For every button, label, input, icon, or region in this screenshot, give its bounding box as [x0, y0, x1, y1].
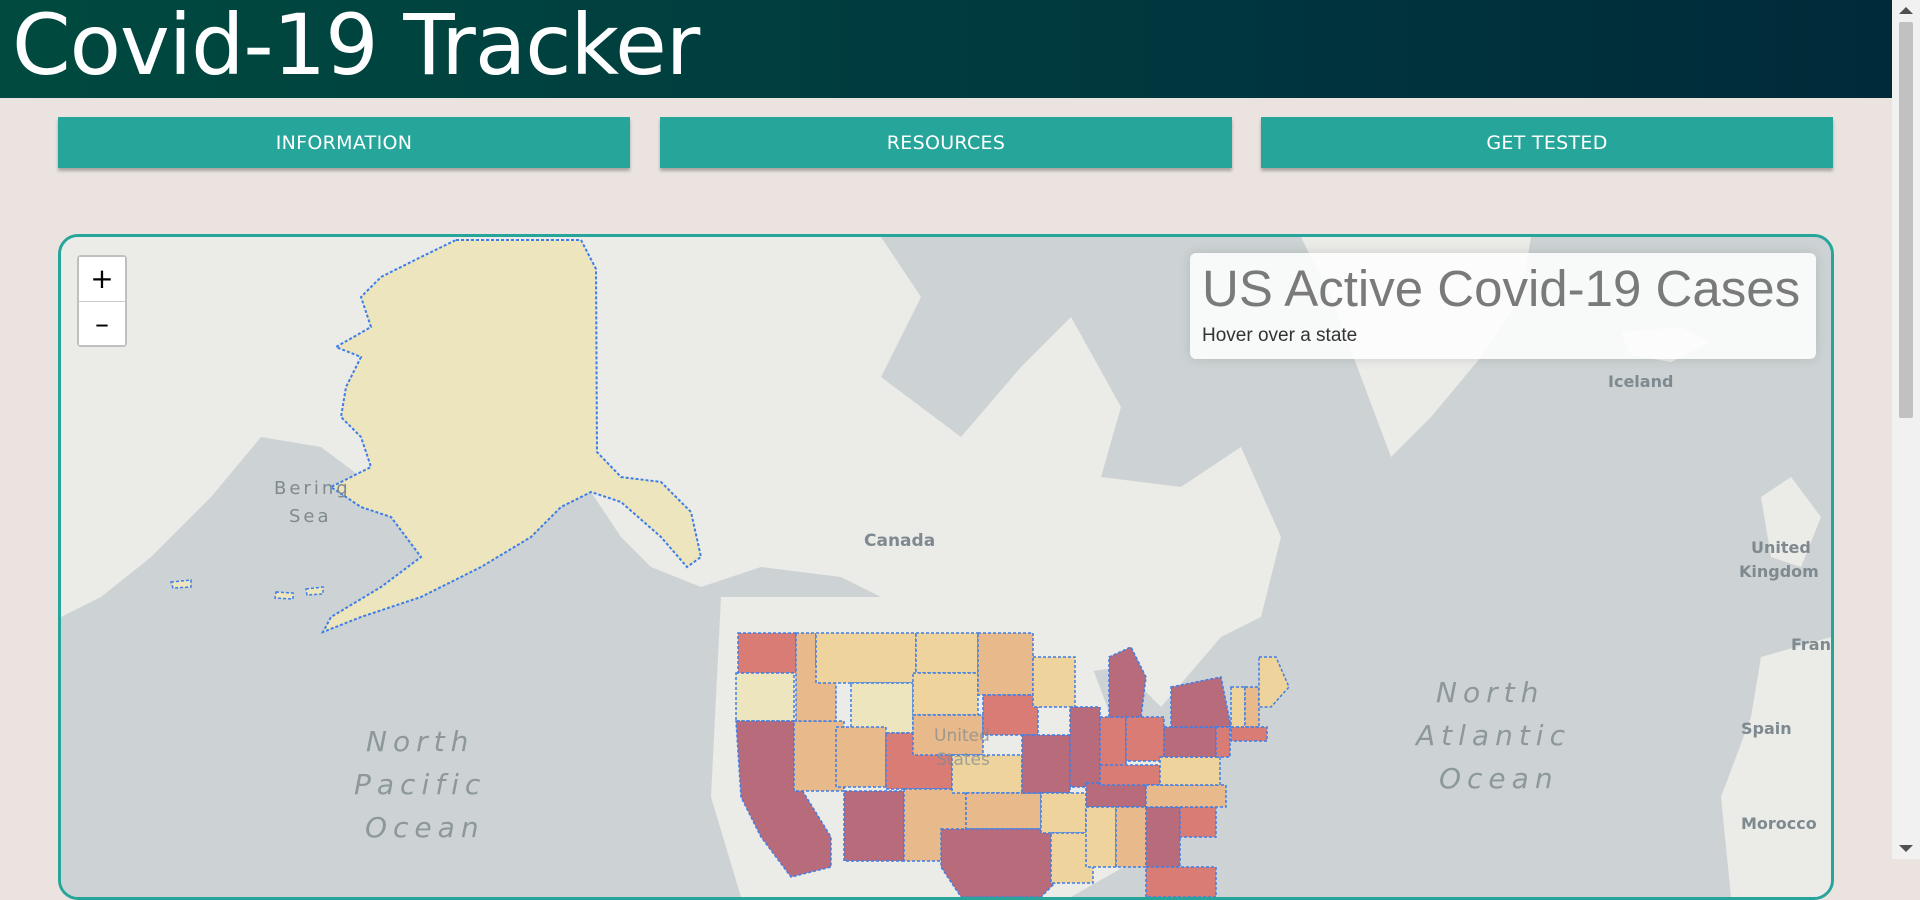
- page-title: Covid-19 Tracker: [12, 0, 700, 94]
- state-south-carolina[interactable]: [1179, 806, 1217, 838]
- info-panel: US Active Covid-19 Cases Hover over a st…: [1190, 253, 1816, 359]
- state-washington[interactable]: [737, 632, 797, 674]
- scroll-thumb[interactable]: [1899, 22, 1913, 418]
- state-oregon[interactable]: [735, 672, 795, 722]
- label-atlantic-2: Atlantic: [1414, 719, 1571, 752]
- information-button[interactable]: INFORMATION: [58, 117, 630, 168]
- zoom-in-button[interactable]: +: [79, 257, 125, 301]
- state-texas[interactable]: [940, 828, 1062, 897]
- state-montana[interactable]: [815, 632, 917, 684]
- state-pennsylvania[interactable]: [1163, 726, 1217, 758]
- state-kentucky[interactable]: [1099, 764, 1161, 786]
- header-bar: Covid-19 Tracker: [0, 0, 1892, 98]
- label-iceland: Iceland: [1608, 372, 1673, 391]
- label-morocco: Morocco: [1741, 814, 1817, 833]
- state-tennessee[interactable]: [1085, 782, 1147, 808]
- label-bering-2: Sea: [289, 506, 332, 527]
- state-mississippi[interactable]: [1085, 806, 1117, 868]
- state-georgia[interactable]: [1145, 806, 1181, 868]
- state-iowa[interactable]: [982, 694, 1039, 736]
- state-utah[interactable]: [835, 726, 887, 788]
- label-atlantic-1: North: [1436, 676, 1544, 709]
- zoom-out-button[interactable]: –: [79, 301, 125, 345]
- label-spain: Spain: [1741, 719, 1792, 738]
- state-illinois[interactable]: [1069, 706, 1101, 788]
- info-hint: Hover over a state: [1202, 325, 1358, 346]
- scroll-up-icon[interactable]: [1899, 7, 1913, 14]
- label-pacific-1: North: [366, 725, 474, 758]
- state-new-hampshire[interactable]: [1244, 686, 1260, 728]
- state-vermont[interactable]: [1230, 686, 1246, 728]
- state-wyoming[interactable]: [850, 682, 914, 734]
- label-canada: Canada: [864, 531, 935, 551]
- zoom-control: + –: [77, 255, 127, 347]
- state-massachusetts[interactable]: [1230, 726, 1268, 742]
- state-south-dakota[interactable]: [912, 672, 979, 716]
- state-new-jersey[interactable]: [1215, 726, 1231, 758]
- label-atlantic-3: Ocean: [1439, 762, 1559, 795]
- scroll-down-icon[interactable]: [1899, 845, 1913, 852]
- state-alabama[interactable]: [1115, 806, 1147, 868]
- label-pacific-3: Ocean: [365, 811, 485, 844]
- label-france: Fran: [1791, 635, 1831, 654]
- page-scrollbar[interactable]: [1892, 0, 1920, 859]
- label-uk-1: United: [1751, 538, 1811, 557]
- state-north-dakota[interactable]: [915, 632, 979, 674]
- label-us-2: States: [936, 750, 990, 770]
- info-title: US Active Covid-19 Cases: [1202, 260, 1801, 317]
- label-pacific-2: Pacific: [354, 768, 486, 801]
- state-virginia[interactable]: [1159, 756, 1221, 786]
- label-bering-1: Bering: [274, 478, 351, 499]
- state-ohio[interactable]: [1125, 716, 1165, 762]
- state-florida[interactable]: [1145, 866, 1217, 897]
- state-north-carolina[interactable]: [1145, 784, 1227, 808]
- get-tested-button[interactable]: GET TESTED: [1261, 117, 1833, 168]
- state-missouri[interactable]: [1021, 734, 1071, 794]
- covid-map[interactable]: Bering Sea Canada Iceland United Kingdom…: [58, 234, 1834, 900]
- state-arizona[interactable]: [843, 790, 905, 862]
- state-minnesota[interactable]: [977, 632, 1034, 696]
- state-oklahoma[interactable]: [965, 792, 1042, 830]
- state-arkansas[interactable]: [1040, 792, 1087, 834]
- resources-button[interactable]: RESOURCES: [660, 117, 1232, 168]
- state-wisconsin[interactable]: [1032, 656, 1076, 708]
- label-us-1: United: [934, 726, 990, 746]
- label-uk-2: Kingdom: [1739, 562, 1819, 581]
